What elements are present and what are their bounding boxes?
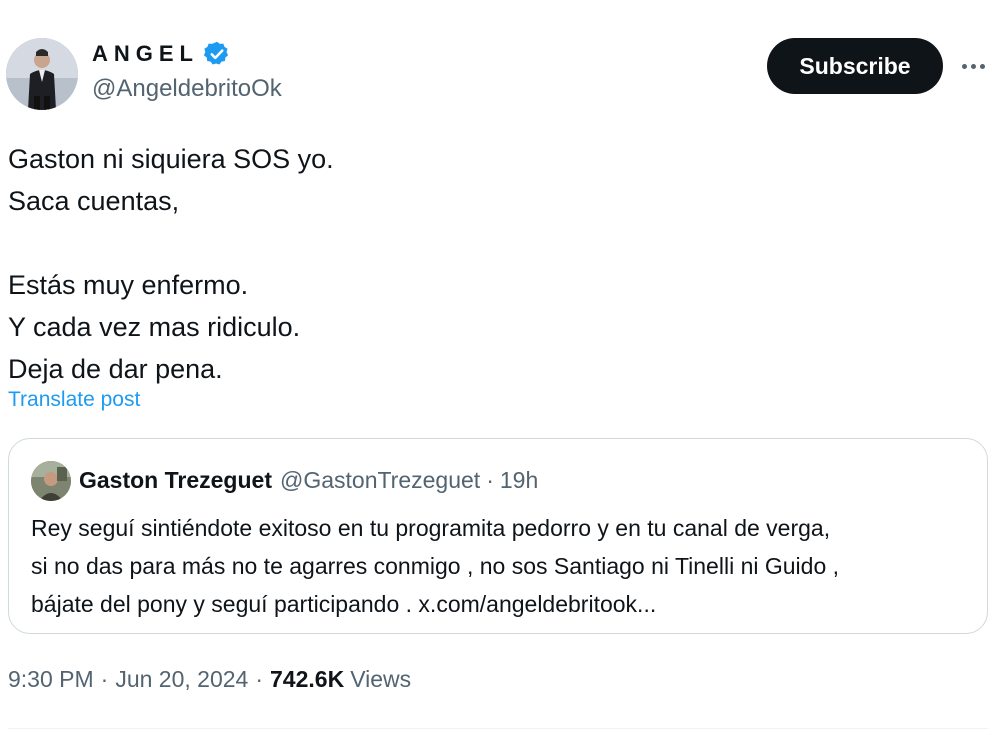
tweet-line: Estás muy enfermo. [8,270,249,300]
quoted-avatar-image [31,461,71,501]
header-separator: · [486,467,494,493]
quoted-tweet-line: bájate del pony y seguí participando . x… [31,591,657,617]
tweet-meta: 9:30 PM · Jun 20, 2024 · 742.6K Views [8,666,411,693]
tweet-line: Deja de dar pena. [8,354,223,384]
tweet-date[interactable]: Jun 20, 2024 [115,666,248,693]
more-options-icon[interactable] [956,52,990,80]
meta-separator: · [255,666,264,692]
quoted-tweet-line: si no das para más no te agarres conmigo… [31,553,840,579]
tweet-text: Gaston ni siquiera SOS yo. Saca cuentas,… [8,138,334,390]
subscribe-button[interactable]: Subscribe [767,38,943,94]
quoted-tweet-line: Rey seguí sintiéndote exitoso en tu prog… [31,515,831,541]
author-avatar[interactable] [6,38,78,110]
views-count: 742.6K [270,666,345,692]
quoted-tweet-text: Rey seguí sintiéndote exitoso en tu prog… [31,509,976,623]
meta-separator: · [100,666,109,692]
views-label: Views [350,666,412,692]
quoted-tweet-card[interactable]: Gaston Trezeguet @GastonTrezeguet · 19h … [8,438,988,634]
divider [8,728,988,729]
author-handle[interactable]: @AngeldebritoOk [92,75,282,103]
dot-icon [961,63,967,69]
tweet-line [8,222,334,264]
verified-badge-icon [203,40,231,68]
author-name-row[interactable]: ANGEL [92,40,231,68]
quoted-author-handle[interactable]: @GastonTrezeguet [280,467,480,494]
tweet-line: Y cada vez mas ridiculo. [8,312,301,342]
quoted-author-name[interactable]: Gaston Trezeguet [79,467,272,494]
quoted-tweet-header: Gaston Trezeguet @GastonTrezeguet · 19h [79,467,538,494]
author-avatar-image [6,38,78,110]
author-display-name[interactable]: ANGEL [92,41,199,67]
quoted-author-avatar[interactable] [31,461,71,501]
translate-post-link[interactable]: Translate post [8,388,140,412]
dot-icon [979,63,985,69]
dot-icon [970,63,976,69]
quoted-tweet-time[interactable]: 19h [500,467,538,494]
tweet-time[interactable]: 9:30 PM [8,666,94,693]
tweet-line: Gaston ni siquiera SOS yo. [8,144,334,174]
tweet-line: Saca cuentas, [8,186,180,216]
